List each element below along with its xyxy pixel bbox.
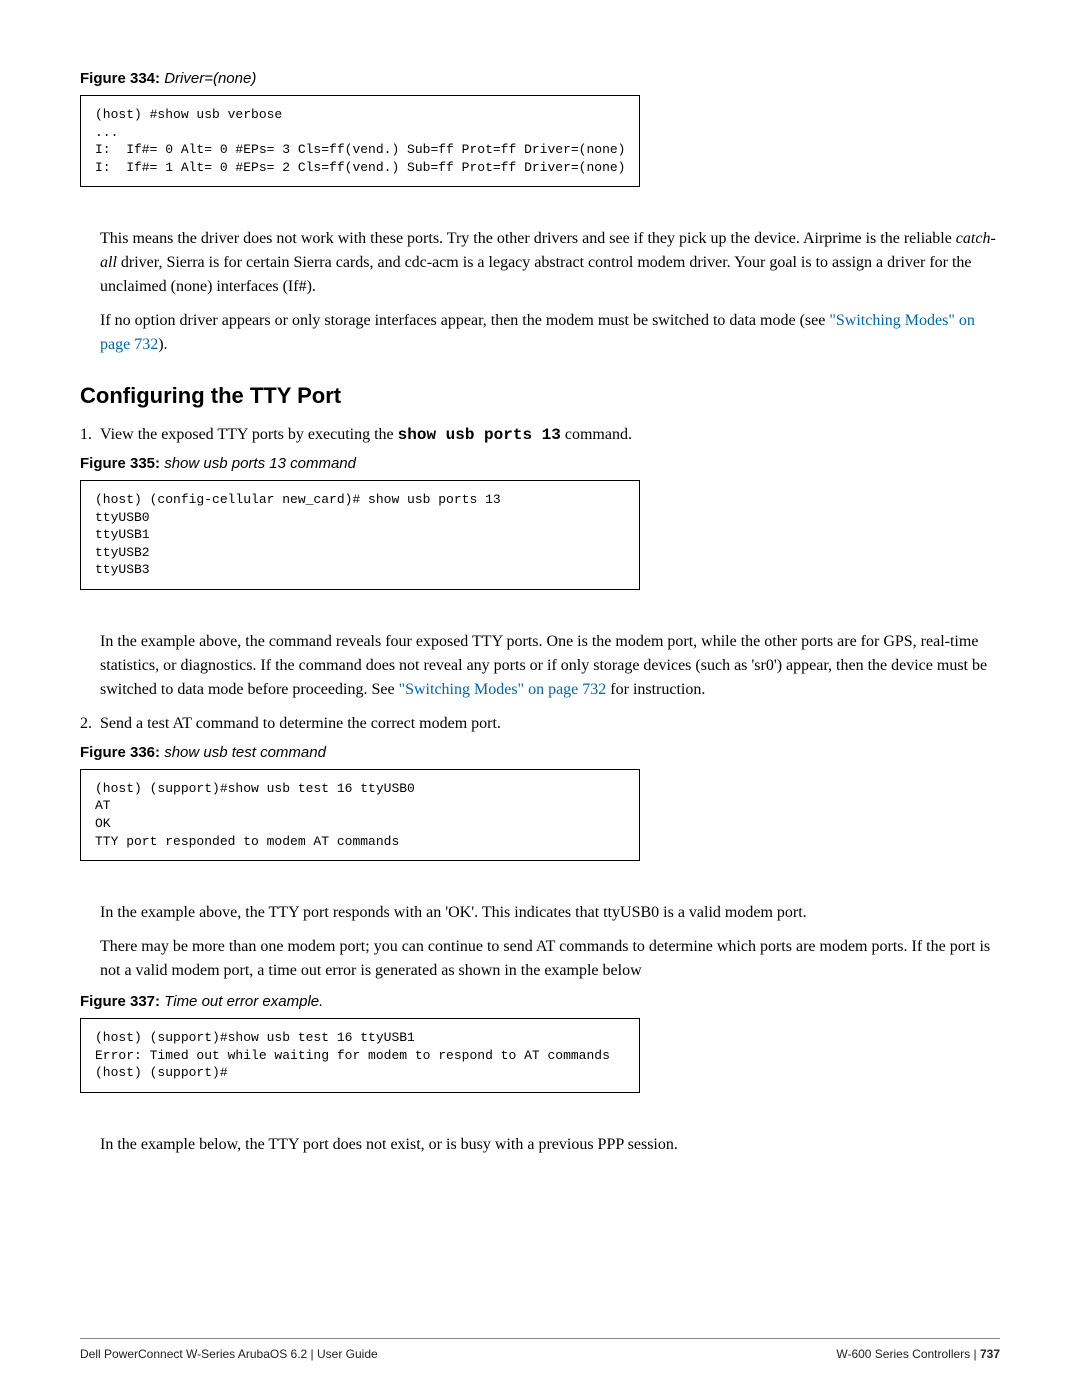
text-run: If no option driver appears or only stor… bbox=[100, 312, 829, 329]
ordered-list-item: 2. Send a test AT command to determine t… bbox=[80, 712, 1000, 736]
figure-title: Driver=(none) bbox=[164, 70, 256, 87]
figure-title: show usb test command bbox=[164, 744, 326, 761]
paragraph: This means the driver does not work with… bbox=[100, 227, 1000, 299]
list-text: Send a test AT command to determine the … bbox=[100, 712, 1000, 736]
inline-command: show usb ports 13 bbox=[398, 426, 561, 444]
footer-left: Dell PowerConnect W-Series ArubaOS 6.2 |… bbox=[80, 1347, 378, 1361]
figure-334-caption: Figure 334: Driver=(none) bbox=[80, 70, 1000, 87]
footer-right: W-600 Series Controllers | 737 bbox=[836, 1347, 1000, 1361]
figure-label: Figure 334: bbox=[80, 70, 160, 87]
text-run: This means the driver does not work with… bbox=[100, 230, 956, 247]
page-footer: Dell PowerConnect W-Series ArubaOS 6.2 |… bbox=[80, 1338, 1000, 1361]
text-run: driver, Sierra is for certain Sierra car… bbox=[100, 254, 972, 295]
ordered-list-item: 1. View the exposed TTY ports by executi… bbox=[80, 423, 1000, 447]
figure-label: Figure 336: bbox=[80, 744, 160, 761]
paragraph: In the example above, the TTY port respo… bbox=[100, 901, 1000, 925]
figure-title: show usb ports 13 command bbox=[164, 455, 356, 472]
cross-reference-link[interactable]: "Switching Modes" on page 732 bbox=[399, 681, 607, 698]
text-run: ). bbox=[158, 336, 167, 353]
list-number: 1. bbox=[80, 423, 100, 447]
text-run: for instruction. bbox=[606, 681, 705, 698]
list-number: 2. bbox=[80, 712, 100, 736]
page-number: 737 bbox=[980, 1347, 1000, 1361]
paragraph: If no option driver appears or only stor… bbox=[100, 309, 1000, 357]
figure-title: Time out error example. bbox=[164, 993, 323, 1010]
paragraph: In the example above, the command reveal… bbox=[100, 630, 1000, 702]
text-run: command. bbox=[561, 426, 632, 443]
figure-336-caption: Figure 336: show usb test command bbox=[80, 744, 1000, 761]
figure-337-code: (host) (support)#show usb test 16 ttyUSB… bbox=[80, 1018, 640, 1093]
figure-label: Figure 335: bbox=[80, 455, 160, 472]
paragraph: There may be more than one modem port; y… bbox=[100, 935, 1000, 983]
figure-335-caption: Figure 335: show usb ports 13 command bbox=[80, 455, 1000, 472]
document-page: Figure 334: Driver=(none) (host) #show u… bbox=[0, 0, 1080, 1397]
footer-section: W-600 Series Controllers bbox=[836, 1347, 970, 1361]
figure-336-code: (host) (support)#show usb test 16 ttyUSB… bbox=[80, 769, 640, 861]
figure-335-code: (host) (config-cellular new_card)# show … bbox=[80, 480, 640, 590]
footer-separator: | bbox=[970, 1347, 980, 1361]
paragraph: In the example below, the TTY port does … bbox=[100, 1133, 1000, 1157]
figure-label: Figure 337: bbox=[80, 993, 160, 1010]
text-run: View the exposed TTY ports by executing … bbox=[100, 426, 398, 443]
list-text: View the exposed TTY ports by executing … bbox=[100, 423, 1000, 447]
figure-337-caption: Figure 337: Time out error example. bbox=[80, 993, 1000, 1010]
figure-334-code: (host) #show usb verbose ... I: If#= 0 A… bbox=[80, 95, 640, 187]
section-heading: Configuring the TTY Port bbox=[80, 383, 1000, 409]
